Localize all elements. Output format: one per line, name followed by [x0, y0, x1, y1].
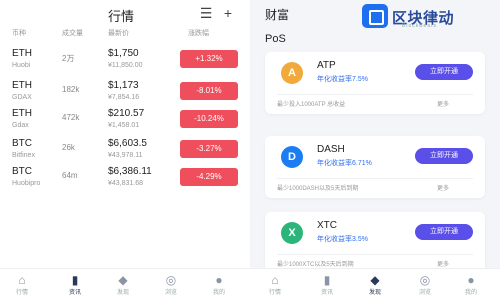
diamond-icon: ◆ [118, 273, 128, 287]
market-screen: 行情 ☰ + 币种 成交量 最新价 涨跌幅 ETH Huobi 2万 $1,75… [0, 0, 250, 300]
col-change[interactable]: 涨跌幅 [188, 28, 209, 38]
change-badge: -8.01% [180, 82, 238, 100]
open-button[interactable]: 立即开通 [415, 224, 473, 240]
col-volume[interactable]: 成交量 [62, 28, 83, 38]
nav-discover[interactable]: ◆ 发现 [360, 273, 390, 296]
coin-rate: 年化收益率7.5% [317, 76, 368, 83]
nav-news[interactable]: ▮ 资讯 [312, 273, 342, 296]
user-icon: ● [467, 273, 475, 287]
price-usd: $6,386.11 [108, 166, 152, 177]
coin-icon: D [281, 146, 303, 168]
diamond-icon: ◆ [370, 273, 380, 287]
coin-name: ATP [317, 60, 336, 71]
price-usd: $1,750 [108, 48, 139, 59]
volume: 64m [62, 171, 78, 180]
coin-rate: 年化收益率6.71% [317, 160, 372, 167]
coin-icon: A [281, 62, 303, 84]
add-icon[interactable]: + [220, 5, 236, 21]
divider [277, 94, 473, 95]
brand-subtitle: BlockBeats [402, 23, 438, 29]
coin-minimum: 最少1000DASH以及5天后到期 [277, 186, 359, 192]
filter-icon[interactable]: ☰ [198, 5, 214, 21]
more-link[interactable]: 更多 [437, 99, 449, 108]
chart-icon: ▮ [323, 273, 331, 287]
user-icon: ● [215, 273, 223, 287]
market-row[interactable]: ETH Huobi 2万 $1,750 ¥11,850.00 +1.32% [0, 44, 250, 78]
home-icon: ⌂ [271, 273, 279, 287]
price-cny: ¥11,850.00 [108, 62, 143, 69]
price-usd: $6,603.5 [108, 138, 147, 149]
market-header: 行情 ☰ + [0, 0, 250, 26]
pos-card[interactable]: X XTC 年化收益率3.5% 立即开通 最少1000XTC以及5天后到期 更多 [265, 212, 485, 274]
volume: 472k [62, 113, 80, 122]
compass-icon: ◎ [165, 273, 177, 287]
brand-logo: 区块律动 BlockBeats [362, 4, 500, 30]
coin-name: XTC [317, 220, 337, 231]
market-row[interactable]: BTC Huobipro 64m $6,386.11 ¥43,831.68 -4… [0, 162, 250, 196]
nav-discover[interactable]: ◆ 发现 [108, 273, 138, 296]
coin-icon: X [281, 222, 303, 244]
wealth-screen: 财富 PoS A ATP 年化收益率7.5% 立即开通 最少投入1000ATP … [250, 0, 500, 300]
home-icon: ⌂ [18, 273, 26, 287]
coin-minimum: 最少1000XTC以及5天后到期 [277, 262, 354, 268]
price-cny: ¥43,831.68 [108, 180, 144, 187]
market-bottom-nav: ⌂ 行情 ▮ 资讯 ◆ 发现 ◎ 浏览 ● 我的 [0, 268, 250, 300]
pos-card[interactable]: A ATP 年化收益率7.5% 立即开通 最少投入1000ATP 总收益 更多 [265, 52, 485, 114]
more-link[interactable]: 更多 [437, 259, 449, 268]
price-cny: ¥43,978.11 [108, 152, 143, 159]
chart-icon: ▮ [71, 273, 79, 287]
compass-icon: ◎ [419, 273, 431, 287]
nav-news[interactable]: ▮ 资讯 [60, 273, 90, 296]
change-badge: -3.27% [180, 140, 238, 158]
nav-market[interactable]: ⌂ 行情 [260, 273, 290, 296]
volume: 26k [62, 143, 75, 152]
market-row[interactable]: ETH Gdax 472k $210.57 ¥1,458.01 -10.24% [0, 104, 250, 138]
col-coin[interactable]: 币种 [12, 28, 26, 38]
exchange-name: Huobipro [12, 180, 41, 187]
volume: 182k [62, 85, 80, 94]
nav-browse[interactable]: ◎ 浏览 [410, 273, 440, 296]
coin-minimum: 最少投入1000ATP 总收益 [277, 102, 346, 108]
coin-symbol: BTC [12, 138, 32, 149]
change-badge: -10.24% [180, 110, 238, 128]
pos-card[interactable]: D DASH 年化收益率6.71% 立即开通 最少1000DASH以及5天后到期… [265, 136, 485, 198]
coin-name: DASH [317, 144, 345, 155]
coin-rate: 年化收益率3.5% [317, 236, 368, 243]
open-button[interactable]: 立即开通 [415, 148, 473, 164]
nav-profile[interactable]: ● 我的 [456, 273, 486, 296]
price-usd: $1,173 [108, 80, 139, 91]
wealth-title: 财富 [265, 8, 290, 22]
coin-symbol: ETH [12, 80, 32, 91]
exchange-name: Gdax [12, 122, 29, 129]
open-button[interactable]: 立即开通 [415, 64, 473, 80]
price-cny: ¥1,458.01 [108, 122, 140, 129]
wealth-bottom-nav: ⌂ 行情 ▮ 资讯 ◆ 发现 ◎ 浏览 ● 我的 [250, 268, 500, 300]
exchange-name: Bitfinex [12, 152, 35, 159]
market-title: 行情 [108, 9, 135, 24]
divider [277, 178, 473, 179]
nav-market[interactable]: ⌂ 行情 [7, 273, 37, 296]
change-badge: +1.32% [180, 50, 238, 68]
more-link[interactable]: 更多 [437, 183, 449, 192]
price-usd: $210.57 [108, 108, 145, 119]
market-column-headers: 币种 成交量 最新价 涨跌幅 [0, 26, 250, 40]
change-badge: -4.29% [180, 168, 238, 186]
nav-browse[interactable]: ◎ 浏览 [156, 273, 186, 296]
exchange-name: GDAX [12, 94, 32, 101]
coin-symbol: ETH [12, 48, 32, 59]
nav-profile[interactable]: ● 我的 [204, 273, 234, 296]
screenshot: 行情 ☰ + 币种 成交量 最新价 涨跌幅 ETH Huobi 2万 $1,75… [0, 0, 500, 300]
volume: 2万 [62, 54, 75, 63]
col-price[interactable]: 最新价 [108, 28, 129, 38]
coin-symbol: ETH [12, 108, 32, 119]
exchange-name: Huobi [12, 62, 31, 69]
brand-mark-icon [362, 4, 388, 28]
divider [277, 254, 473, 255]
price-cny: ¥7,854.16 [108, 94, 140, 101]
coin-symbol: BTC [12, 166, 32, 177]
section-title: PoS [265, 33, 286, 45]
